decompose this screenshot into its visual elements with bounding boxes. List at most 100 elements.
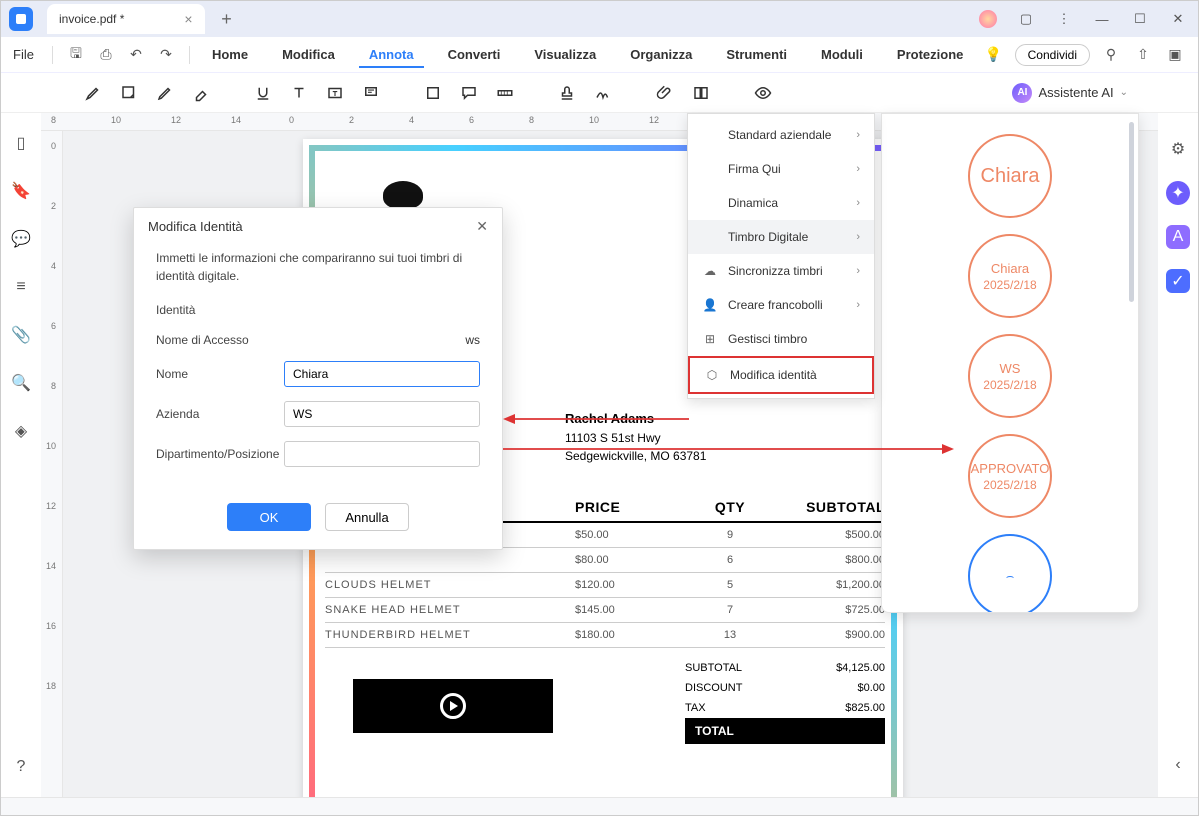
lightbulb-icon[interactable]: 💡 bbox=[983, 44, 1005, 66]
stamp-menu-item[interactable]: ☁Sincronizza timbri› bbox=[688, 254, 874, 288]
highlighter-icon[interactable] bbox=[81, 81, 105, 105]
dialog-close-icon[interactable]: ✕ bbox=[476, 218, 488, 235]
text-tool-icon[interactable] bbox=[287, 81, 311, 105]
window-minimize-icon[interactable]: — bbox=[1090, 7, 1114, 31]
cloud-upload-icon[interactable]: ⇧ bbox=[1132, 44, 1154, 66]
play-icon bbox=[440, 693, 466, 719]
new-tab-button[interactable]: + bbox=[215, 9, 239, 30]
menu-organizza[interactable]: Organizza bbox=[620, 41, 702, 68]
share-link-icon[interactable]: ⚲ bbox=[1100, 44, 1122, 66]
comment-icon[interactable] bbox=[457, 81, 481, 105]
ai-icon: AI bbox=[1012, 83, 1032, 103]
signature-icon[interactable] bbox=[591, 81, 615, 105]
department-input[interactable] bbox=[284, 441, 480, 467]
print-icon[interactable]: ⎙ bbox=[95, 44, 117, 66]
logo-graphic bbox=[383, 181, 423, 209]
modify-identity-dialog: Modifica Identità ✕ Immetti le informazi… bbox=[133, 207, 503, 550]
fullscreen-icon[interactable]: ▣ bbox=[1164, 44, 1186, 66]
attachments-icon[interactable]: 📎 bbox=[11, 325, 31, 345]
menu-protezione[interactable]: Protezione bbox=[887, 41, 973, 68]
undo-icon[interactable]: ↶ bbox=[125, 44, 147, 66]
menu-annota[interactable]: Annota bbox=[359, 41, 424, 68]
menubar: File 🖫 ⎙ ↶ ↷ Home Modifica Annota Converti V… bbox=[1, 37, 1198, 73]
attachment-icon[interactable] bbox=[653, 81, 677, 105]
menu-file[interactable]: File bbox=[13, 47, 34, 62]
tab-close-icon[interactable]: × bbox=[184, 11, 192, 27]
customer-addr1: 11103 S 51st Hwy bbox=[565, 431, 661, 445]
dialog-info: Immetti le informazioni che compariranno… bbox=[156, 249, 480, 285]
feedback-icon[interactable]: ▢ bbox=[1014, 7, 1038, 31]
shape-icon[interactable] bbox=[421, 81, 445, 105]
comments-panel-icon[interactable]: 💬 bbox=[11, 229, 31, 249]
department-label: Dipartimento/Posizione bbox=[156, 447, 284, 461]
digital-stamp-preview[interactable]: Chiara2025/2/18 bbox=[968, 234, 1052, 318]
layers-icon[interactable]: ◈ bbox=[11, 421, 31, 441]
textbox-icon[interactable] bbox=[323, 81, 347, 105]
col-subtotal: SUBTOTAL bbox=[775, 499, 885, 515]
window-close-icon[interactable]: ✕ bbox=[1166, 7, 1190, 31]
digital-stamp-preview[interactable]: WS2025/2/18 bbox=[968, 334, 1052, 418]
stamp-icon[interactable] bbox=[555, 81, 579, 105]
eye-icon[interactable] bbox=[751, 81, 775, 105]
redo-icon[interactable]: ↷ bbox=[155, 44, 177, 66]
name-label: Nome bbox=[156, 367, 284, 381]
pencil-icon[interactable] bbox=[153, 81, 177, 105]
ai-side-icon[interactable]: A bbox=[1166, 225, 1190, 249]
digital-stamp-preview[interactable]: ⌢ bbox=[968, 534, 1052, 613]
search-icon[interactable]: 🔍 bbox=[11, 373, 31, 393]
stamp-menu-item[interactable]: ⬡Modifica identità bbox=[688, 356, 874, 394]
document-tab[interactable]: invoice.pdf * × bbox=[47, 4, 205, 34]
avatar-icon[interactable] bbox=[976, 7, 1000, 31]
cancel-button[interactable]: Annulla bbox=[325, 503, 409, 531]
annotate-toolbar: AI Assistente AI ⌄ bbox=[1, 73, 1198, 113]
ok-button[interactable]: OK bbox=[227, 503, 311, 531]
company-label: Azienda bbox=[156, 407, 284, 421]
table-row: THUNDERBIRD HELMET$180.0013$900.00 bbox=[325, 623, 885, 648]
bookmarks-icon[interactable]: 🔖 bbox=[11, 181, 31, 201]
stamp-menu-item[interactable]: Standard aziendale› bbox=[688, 118, 874, 152]
customer-block: Rachel Adams 11103 S 51st Hwy Sedgewickv… bbox=[565, 409, 706, 465]
fields-icon[interactable]: ≡ bbox=[11, 277, 31, 297]
window-maximize-icon[interactable]: ☐ bbox=[1128, 7, 1152, 31]
menu-moduli[interactable]: Moduli bbox=[811, 41, 873, 68]
login-name-value: ws bbox=[465, 333, 480, 347]
menu-modifica[interactable]: Modifica bbox=[272, 41, 345, 68]
chevron-left-icon[interactable]: ‹ bbox=[1166, 753, 1190, 777]
app-logo-icon bbox=[9, 7, 33, 31]
name-input[interactable] bbox=[284, 361, 480, 387]
stamp-menu-item[interactable]: Dinamica› bbox=[688, 186, 874, 220]
menu-converti[interactable]: Converti bbox=[438, 41, 511, 68]
status-bar bbox=[1, 797, 1198, 815]
digital-stamp-preview[interactable]: APPROVATO2025/2/18 bbox=[968, 434, 1052, 518]
eraser-icon[interactable] bbox=[189, 81, 213, 105]
ai-chat-icon[interactable]: ✦ bbox=[1166, 181, 1190, 205]
menu-strumenti[interactable]: Strumenti bbox=[716, 41, 797, 68]
menu-visualizza[interactable]: Visualizza bbox=[524, 41, 606, 68]
help-icon[interactable]: ? bbox=[11, 757, 31, 777]
underline-icon[interactable] bbox=[251, 81, 275, 105]
share-button[interactable]: Condividi bbox=[1015, 44, 1090, 66]
company-input[interactable] bbox=[284, 401, 480, 427]
sliders-icon[interactable]: ⚙ bbox=[1166, 137, 1190, 161]
thumbnails-icon[interactable]: ▯ bbox=[11, 133, 31, 153]
assistant-ai-button[interactable]: AI Assistente AI ⌄ bbox=[1012, 83, 1128, 103]
media-placeholder[interactable] bbox=[353, 679, 553, 733]
stamp-menu-item[interactable]: 👤Creare francobolli› bbox=[688, 288, 874, 322]
check-icon[interactable]: ✓ bbox=[1166, 269, 1190, 293]
menu-home[interactable]: Home bbox=[202, 41, 258, 68]
kebab-menu-icon[interactable]: ⋮ bbox=[1052, 7, 1076, 31]
scrollbar[interactable] bbox=[1129, 122, 1134, 302]
callout-icon[interactable] bbox=[359, 81, 383, 105]
dialog-section-label: Identità bbox=[156, 303, 480, 317]
customer-addr2: Sedgewickville, MO 63781 bbox=[565, 449, 706, 463]
note-icon[interactable] bbox=[117, 81, 141, 105]
vertical-ruler: 024681012141618 bbox=[41, 131, 63, 797]
measure-icon[interactable] bbox=[493, 81, 517, 105]
save-icon[interactable]: 🖫 bbox=[65, 44, 87, 66]
left-rail: ▯ 🔖 💬 ≡ 📎 🔍 ◈ ? bbox=[1, 113, 41, 797]
digital-stamp-preview[interactable]: Chiara bbox=[968, 134, 1052, 218]
stamp-menu-item[interactable]: Timbro Digitale› bbox=[688, 220, 874, 254]
stamp-menu-item[interactable]: Firma Qui› bbox=[688, 152, 874, 186]
compare-icon[interactable] bbox=[689, 81, 713, 105]
stamp-menu-item[interactable]: ⊞Gestisci timbro bbox=[688, 322, 874, 356]
